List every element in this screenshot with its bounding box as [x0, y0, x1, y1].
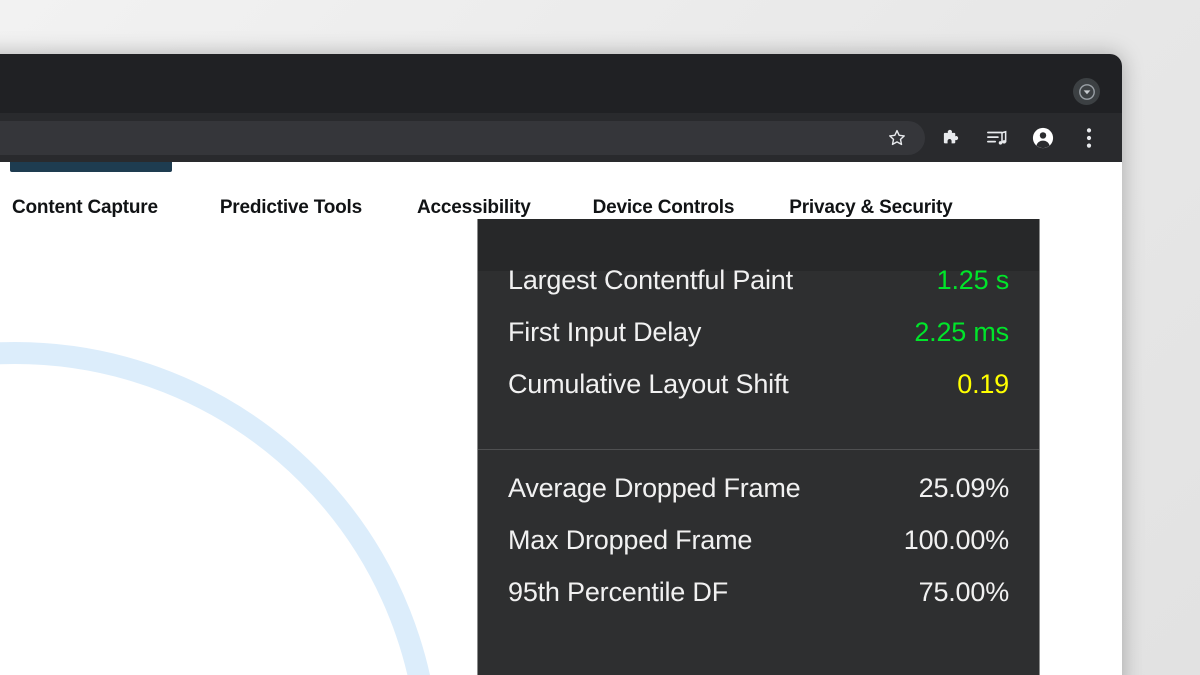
metric-label: Cumulative Layout Shift	[508, 369, 789, 400]
frame-metrics-group: Average Dropped Frame 25.09% Max Dropped…	[478, 421, 1039, 629]
metric-label: Average Dropped Frame	[508, 473, 800, 504]
metric-row: Cumulative Layout Shift 0.19	[508, 369, 1009, 421]
decorative-ring	[0, 342, 440, 675]
web-vitals-group: Largest Contentful Paint 1.25 s First In…	[478, 219, 1039, 421]
metric-label: First Input Delay	[508, 317, 701, 348]
metric-value: 100.00%	[904, 525, 1009, 556]
metric-value: 2.25 ms	[914, 317, 1009, 348]
tab-search-button[interactable]	[1073, 78, 1100, 105]
profile-avatar-icon[interactable]	[1032, 127, 1054, 149]
extensions-icon[interactable]	[940, 127, 962, 149]
three-dot-menu-icon[interactable]	[1078, 127, 1100, 149]
performance-overlay-panel: Largest Contentful Paint 1.25 s First In…	[477, 219, 1040, 675]
metric-label: Max Dropped Frame	[508, 525, 752, 556]
active-nav-underline	[10, 162, 172, 172]
metric-value: 1.25 s	[937, 265, 1009, 296]
omnibox[interactable]	[0, 121, 925, 155]
browser-toolbar	[0, 113, 1122, 162]
toolbar-icon-group	[940, 121, 1100, 155]
metric-row: Average Dropped Frame 25.09%	[508, 473, 1009, 525]
metric-label: Largest Contentful Paint	[508, 265, 793, 296]
media-playlist-icon[interactable]	[986, 127, 1008, 149]
desktop-screen: Content Capture Predictive Tools Accessi…	[0, 0, 1200, 675]
nav-item-content-capture[interactable]: Content Capture	[12, 197, 158, 219]
metric-row: 95th Percentile DF 75.00%	[508, 577, 1009, 629]
metric-row: First Input Delay 2.25 ms	[508, 317, 1009, 369]
tab-strip	[0, 54, 1122, 113]
metric-value: 25.09%	[919, 473, 1009, 504]
nav-item-predictive-tools[interactable]: Predictive Tools	[220, 197, 362, 219]
nav-item-device-controls[interactable]: Device Controls	[593, 197, 735, 219]
metric-row: Largest Contentful Paint 1.25 s	[508, 265, 1009, 317]
metric-label: 95th Percentile DF	[508, 577, 728, 608]
chevron-down-circle-icon	[1079, 84, 1095, 100]
star-icon[interactable]	[887, 128, 907, 148]
browser-window: Content Capture Predictive Tools Accessi…	[0, 54, 1122, 675]
metric-value: 75.00%	[919, 577, 1009, 608]
nav-item-privacy-security[interactable]: Privacy & Security	[789, 197, 952, 219]
metric-row: Max Dropped Frame 100.00%	[508, 525, 1009, 577]
metric-value: 0.19	[957, 369, 1009, 400]
nav-item-accessibility[interactable]: Accessibility	[417, 197, 531, 219]
site-navigation: Content Capture Predictive Tools Accessi…	[0, 197, 1122, 219]
